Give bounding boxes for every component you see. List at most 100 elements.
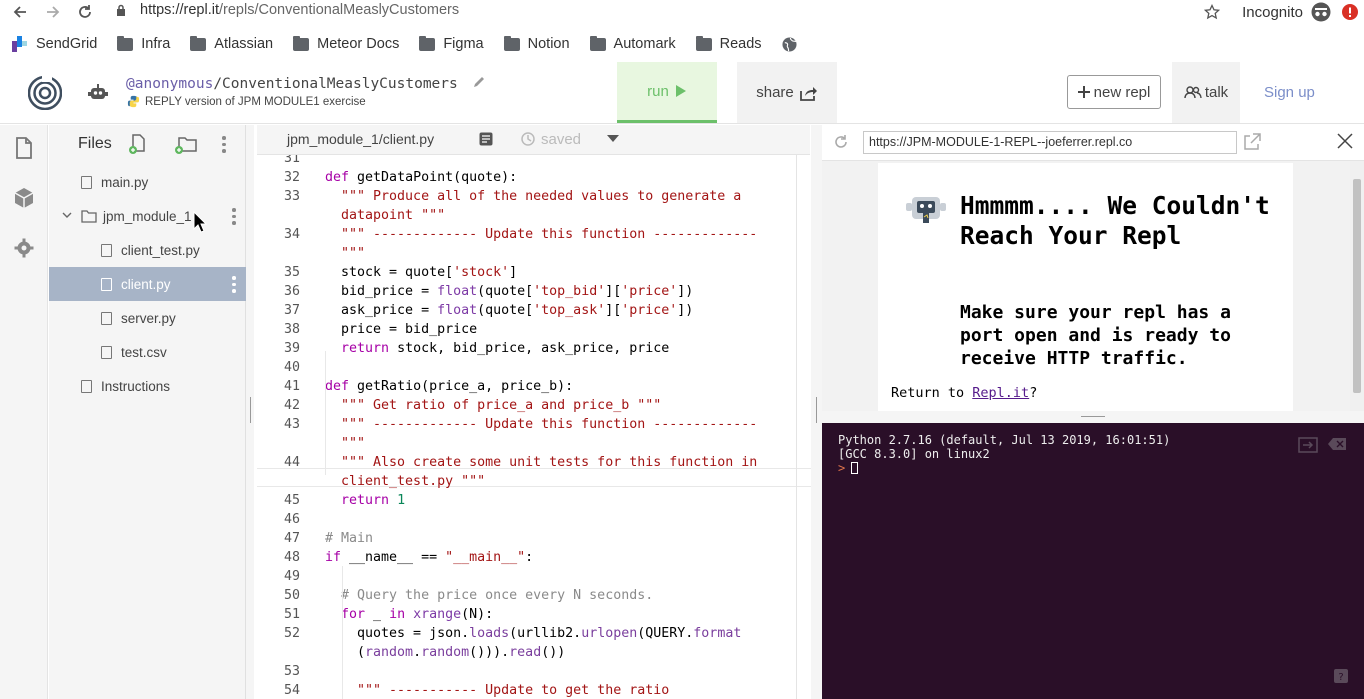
- repl-owner[interactable]: @anonymous: [126, 76, 213, 92]
- console-line: Python 2.7.16 (default, Jul 13 2019, 16:…: [838, 433, 1171, 447]
- files-icon[interactable]: [14, 137, 34, 159]
- webview-frame: Hmmmm.... We Couldn't Reach Your Repl Ma…: [822, 161, 1364, 411]
- bookmark-notion[interactable]: Notion: [503, 35, 570, 52]
- add-file-icon[interactable]: [128, 134, 148, 154]
- code-line[interactable]: 51 for _ in xrange(N):: [257, 605, 797, 624]
- files-menu-icon[interactable]: [222, 136, 226, 153]
- code-line[interactable]: 37 ask_price = float(quote['top_ask']['p…: [257, 301, 797, 320]
- webview-scrollbar[interactable]: [1350, 161, 1364, 411]
- file-item-instructions[interactable]: Instructions: [49, 369, 246, 403]
- pencil-icon[interactable]: [472, 75, 486, 89]
- warning-icon[interactable]: [1342, 4, 1358, 20]
- python-icon: [127, 95, 140, 108]
- clear-console-icon[interactable]: [1328, 438, 1346, 450]
- help-icon[interactable]: ?: [1334, 669, 1348, 683]
- close-icon[interactable]: [1337, 133, 1353, 149]
- code-editor[interactable]: 31 32 def getDataPoint(quote): 33 """ Produ…: [257, 155, 811, 699]
- code-line[interactable]: 46: [257, 510, 797, 529]
- bookmark-sendgrid[interactable]: SendGrid: [12, 36, 97, 52]
- bookmark-infra[interactable]: Infra: [117, 35, 170, 52]
- bookmark-automark[interactable]: Automark: [589, 35, 676, 52]
- console-panel[interactable]: Python 2.7.16 (default, Jul 13 2019, 16:…: [822, 423, 1364, 699]
- code-line[interactable]: 54 """ ----------- Update to get the rat…: [257, 681, 797, 699]
- reload-button[interactable]: [69, 1, 101, 23]
- file-menu-icon[interactable]: [232, 276, 236, 293]
- new-repl-button[interactable]: new repl: [1067, 75, 1161, 109]
- console-resize-handle[interactable]: [822, 411, 1364, 423]
- open-new-tab-icon[interactable]: [1243, 133, 1261, 151]
- settings-gear-icon[interactable]: [14, 237, 34, 259]
- talk-button[interactable]: talk: [1172, 62, 1240, 123]
- code-line[interactable]: """: [257, 434, 797, 453]
- files-header: Files: [49, 125, 245, 162]
- folder-menu-icon[interactable]: [232, 208, 236, 225]
- file-item-client-py[interactable]: client.py: [49, 267, 246, 301]
- code-line[interactable]: 36 bid_price = float(quote['top_bid']['p…: [257, 282, 797, 301]
- code-line[interactable]: 33 """ Produce all of the needed values …: [257, 187, 797, 206]
- code-line[interactable]: 49: [257, 567, 797, 586]
- code-line[interactable]: """: [257, 244, 797, 263]
- editor-tab-client-py[interactable]: jpm_module_1/client.py: [287, 131, 434, 147]
- code-line[interactable]: 41 def getRatio(price_a, price_b):: [257, 377, 797, 396]
- folder-item-jpm-module-1[interactable]: jpm_module_1: [49, 199, 246, 233]
- code-line[interactable]: client_test.py """: [257, 472, 797, 491]
- editor-tab-bar: jpm_module_1/client.py saved: [257, 125, 810, 155]
- code-line[interactable]: 35 stock = quote['stock']: [257, 263, 797, 282]
- forward-button[interactable]: [37, 1, 69, 23]
- history-icon[interactable]: [520, 131, 536, 147]
- panel-resize-handle[interactable]: [811, 125, 822, 699]
- refresh-icon[interactable]: [833, 134, 849, 150]
- code-line[interactable]: 50 # Query the price once every N second…: [257, 586, 797, 605]
- file-item-test-csv[interactable]: test.csv: [49, 335, 246, 369]
- code-text: return stock, bid_price, ask_price, pric…: [341, 341, 670, 356]
- bookmark-meteor-docs[interactable]: Meteor Docs: [293, 35, 399, 52]
- code-line[interactable]: 31: [257, 155, 797, 168]
- code-line[interactable]: 42 """ Get ratio of price_a and price_b …: [257, 396, 797, 415]
- line-number: 48: [283, 550, 300, 565]
- code-text: """ ------------- Update this function -…: [325, 227, 758, 242]
- incognito-icon[interactable]: [1311, 2, 1331, 22]
- file-item-main-py[interactable]: main.py: [49, 165, 246, 199]
- packages-icon[interactable]: [14, 187, 34, 209]
- code-line[interactable]: 38 price = bid_price: [257, 320, 797, 339]
- webview-url-input[interactable]: https://JPM-MODULE-1-REPL--joeferrer.rep…: [863, 131, 1237, 154]
- notes-icon[interactable]: [479, 132, 493, 146]
- star-icon[interactable]: [1204, 4, 1221, 20]
- panel-resize-handle[interactable]: [246, 125, 254, 699]
- file-icon: [101, 277, 112, 291]
- code-line[interactable]: 32 def getDataPoint(quote):: [257, 168, 797, 187]
- caret-down-icon[interactable]: [607, 135, 619, 143]
- address-bar[interactable]: https://repl.it/repls/ConventionalMeasly…: [116, 2, 459, 18]
- code-line[interactable]: (random.random())).read()): [257, 643, 797, 662]
- incognito-label: Incognito: [1242, 3, 1303, 21]
- file-item-server-py[interactable]: server.py: [49, 301, 246, 335]
- code-line[interactable]: 43 """ ------------- Update this functio…: [257, 415, 797, 434]
- code-line[interactable]: datapoint """: [257, 206, 797, 225]
- code-line[interactable]: 53: [257, 662, 797, 681]
- replit-logo-icon[interactable]: [28, 76, 62, 110]
- code-line[interactable]: 47 # Main: [257, 529, 797, 548]
- line-number: 36: [283, 284, 300, 299]
- code-line[interactable]: 39 return stock, bid_price, ask_price, p…: [257, 339, 797, 358]
- replit-link[interactable]: Repl.it: [972, 385, 1029, 401]
- code-text: if __name__ == "__main__":: [325, 550, 534, 565]
- signup-link[interactable]: Sign up: [1264, 84, 1315, 101]
- bookmark-reads[interactable]: Reads: [695, 35, 762, 52]
- code-line[interactable]: 48 if __name__ == "__main__":: [257, 548, 797, 567]
- file-item-client-test-py[interactable]: client_test.py: [49, 233, 246, 267]
- globe-icon[interactable]: [782, 36, 797, 52]
- share-button[interactable]: share: [737, 62, 837, 123]
- code-line[interactable]: 40: [257, 358, 797, 377]
- back-button[interactable]: [4, 1, 36, 23]
- code-line[interactable]: 34 """ ------------- Update this functio…: [257, 225, 797, 244]
- add-folder-icon[interactable]: [175, 134, 199, 154]
- exit-console-icon[interactable]: [1298, 437, 1318, 453]
- run-button[interactable]: run: [617, 62, 717, 123]
- indent-guide: [342, 566, 343, 699]
- scrollbar-thumb[interactable]: [1353, 179, 1361, 393]
- code-line[interactable]: 52 quotes = json.loads(urllib2.urlopen(Q…: [257, 624, 797, 643]
- code-line[interactable]: 44 """ Also create some unit tests for t…: [257, 453, 797, 472]
- code-line[interactable]: 45 return 1: [257, 491, 797, 510]
- bookmark-figma[interactable]: Figma: [419, 35, 484, 52]
- bookmark-atlassian[interactable]: Atlassian: [190, 35, 273, 52]
